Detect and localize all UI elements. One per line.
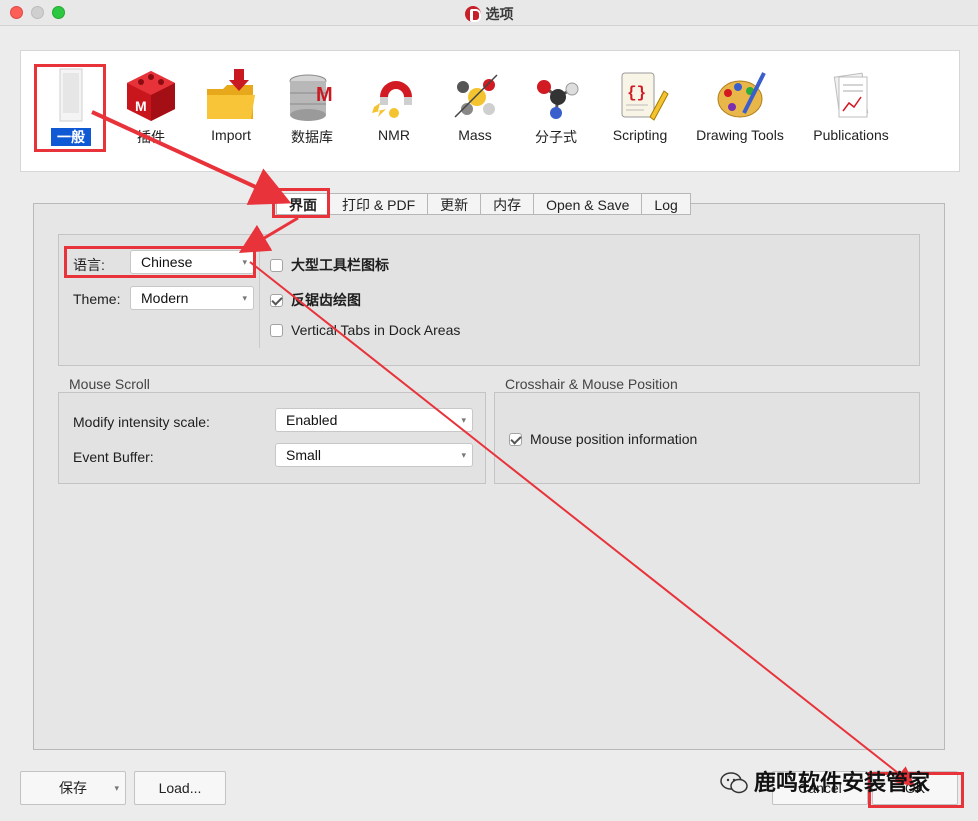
palette-icon (717, 72, 766, 118)
annotation-box-language (64, 246, 256, 278)
antialias-row[interactable]: 反锯齿绘图 (270, 290, 361, 308)
mouse-scroll-title: Mouse Scroll (69, 376, 150, 392)
large-icons-checkbox[interactable] (270, 259, 283, 272)
chevron-down-icon: ▾ (114, 783, 119, 793)
mouse-info-checkbox[interactable] (509, 433, 522, 446)
save-label: 保存 (59, 780, 87, 796)
toolbar-item-drawing-tools[interactable]: Drawing Tools (694, 63, 786, 159)
toolbar-label: Import (211, 127, 251, 143)
tab-open-save[interactable]: Open & Save (534, 193, 643, 215)
tab-print-pdf[interactable]: 打印 & PDF (330, 193, 429, 215)
crosshair-title: Crosshair & Mouse Position (505, 376, 678, 392)
chevron-down-icon: ▾ (242, 293, 247, 303)
intensity-value: Enabled (286, 412, 338, 428)
title-bar: 选项 (0, 0, 978, 26)
mouse-scroll-group (58, 392, 486, 484)
toolbar-item-nmr[interactable]: NMR (348, 63, 440, 159)
svg-text:M: M (316, 84, 333, 106)
event-buffer-value: Small (286, 447, 322, 463)
antialias-label: 反锯齿绘图 (291, 292, 361, 308)
toolbar-item-import[interactable]: Import (185, 63, 277, 159)
tab-update[interactable]: 更新 (428, 193, 482, 215)
theme-combo[interactable]: Modern ▾ (130, 286, 254, 310)
toolbar-label: Scripting (612, 127, 668, 143)
toolbar-label: Publications (813, 127, 889, 143)
options-tabs: 界面 打印 & PDF 更新 内存 Open & Save Log (276, 193, 691, 215)
annotation-box-tab (272, 188, 330, 218)
toolbar-label: NMR (378, 127, 410, 143)
toolbar-item-mass[interactable]: Mass (429, 63, 521, 159)
interface-divider (259, 244, 260, 348)
app-logo-icon (464, 6, 481, 22)
vertical-tabs-label: Vertical Tabs in Dock Areas (291, 322, 461, 338)
watermark-brand: 鹿鸣软件安装管家 (720, 765, 930, 797)
svg-text:{}: {} (627, 84, 646, 102)
tab-log[interactable]: Log (642, 193, 691, 215)
load-button[interactable]: Load... (134, 771, 226, 805)
intensity-combo[interactable]: Enabled ▾ (275, 408, 473, 432)
plugin-cube-icon: M (127, 71, 175, 121)
theme-label: Theme: (73, 291, 121, 307)
database-icon: M (289, 74, 333, 121)
toolbar-label: Mass (458, 127, 492, 143)
annotation-box-general (34, 64, 106, 152)
molecule-icon (537, 80, 579, 119)
toolbar-label: 数据库 (291, 129, 333, 145)
mouse-info-row[interactable]: Mouse position information (509, 431, 697, 449)
large-icons-label: 大型工具栏图标 (291, 257, 389, 273)
theme-value: Modern (141, 290, 189, 306)
vertical-tabs-row[interactable]: Vertical Tabs in Dock Areas (270, 322, 460, 340)
toolbar-item-scripting[interactable]: {} Scripting (594, 63, 686, 159)
watermark-text: 鹿鸣软件安装管家 (754, 770, 931, 795)
chevron-down-icon: ▾ (461, 450, 466, 460)
large-icons-row[interactable]: 大型工具栏图标 (270, 255, 389, 273)
chevron-down-icon: ▾ (461, 415, 466, 425)
script-scroll-icon: {} (621, 72, 669, 121)
toolbar-item-molecule[interactable]: 分子式 (510, 63, 602, 159)
save-button[interactable]: 保存 ▾ (20, 771, 126, 805)
mouse-info-label: Mouse position information (530, 431, 698, 447)
tab-memory[interactable]: 内存 (481, 193, 535, 215)
nmr-magnet-icon (372, 81, 412, 118)
toolbar-label: 分子式 (535, 129, 577, 145)
toolbar-item-database[interactable]: M 数据库 (266, 63, 358, 159)
vertical-tabs-checkbox[interactable] (270, 324, 283, 337)
wechat-icon (720, 772, 748, 794)
window-title-wrap: 选项 (0, 4, 978, 24)
event-buffer-combo[interactable]: Small ▾ (275, 443, 473, 467)
toolbar-label: 插件 (137, 129, 165, 145)
toolbar-item-publications[interactable]: Publications (805, 63, 897, 159)
intensity-label: Modify intensity scale: (73, 414, 210, 430)
preferences-toolbar: 一般 M 插件 Import M 数据库 NMR Mass 分子式 {} Scr… (20, 50, 960, 172)
antialias-checkbox[interactable] (270, 294, 283, 307)
toolbar-label: Drawing Tools (696, 127, 784, 143)
window-title: 选项 (485, 6, 514, 22)
import-folder-icon (207, 69, 255, 119)
event-buffer-label: Event Buffer: (73, 449, 154, 465)
svg-text:M: M (135, 98, 147, 114)
toolbar-item-plugins[interactable]: M 插件 (105, 63, 197, 159)
publications-icon (833, 72, 869, 118)
mass-spec-icon (454, 74, 498, 118)
